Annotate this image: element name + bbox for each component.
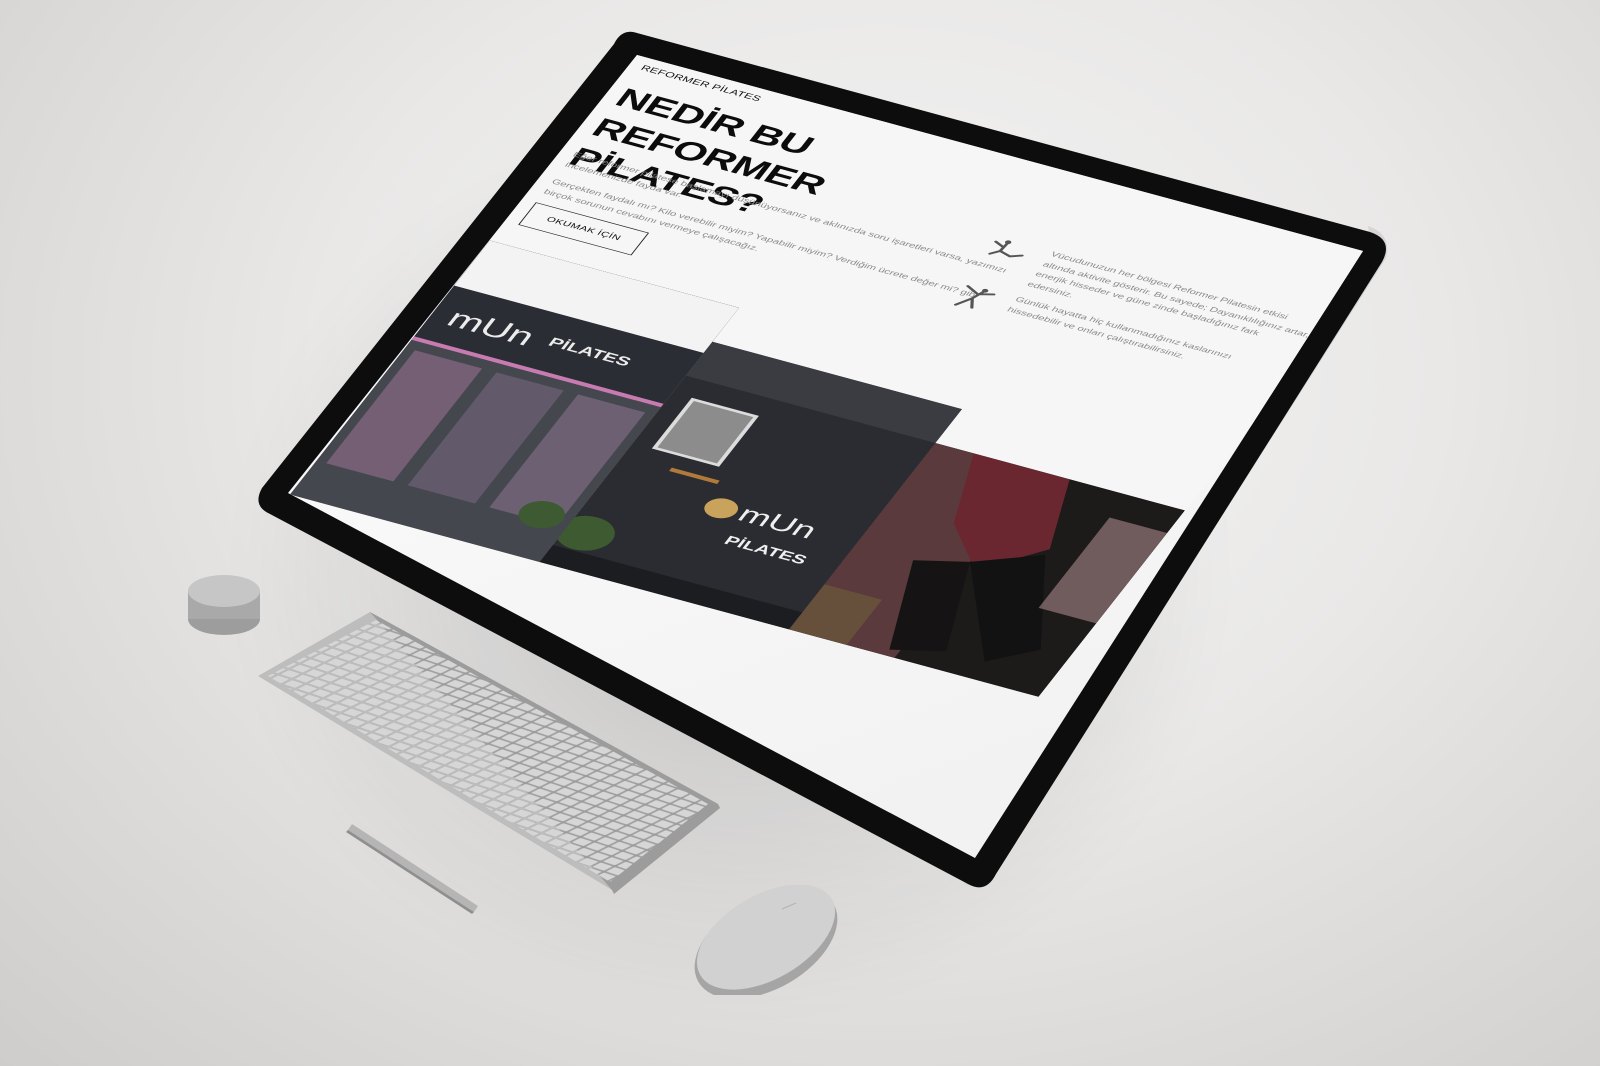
desk-scene: REFORMER PİLATES NEDİR BU REFORMER PİLAT… [0, 0, 1600, 1066]
surface-mouse [694, 885, 838, 995]
